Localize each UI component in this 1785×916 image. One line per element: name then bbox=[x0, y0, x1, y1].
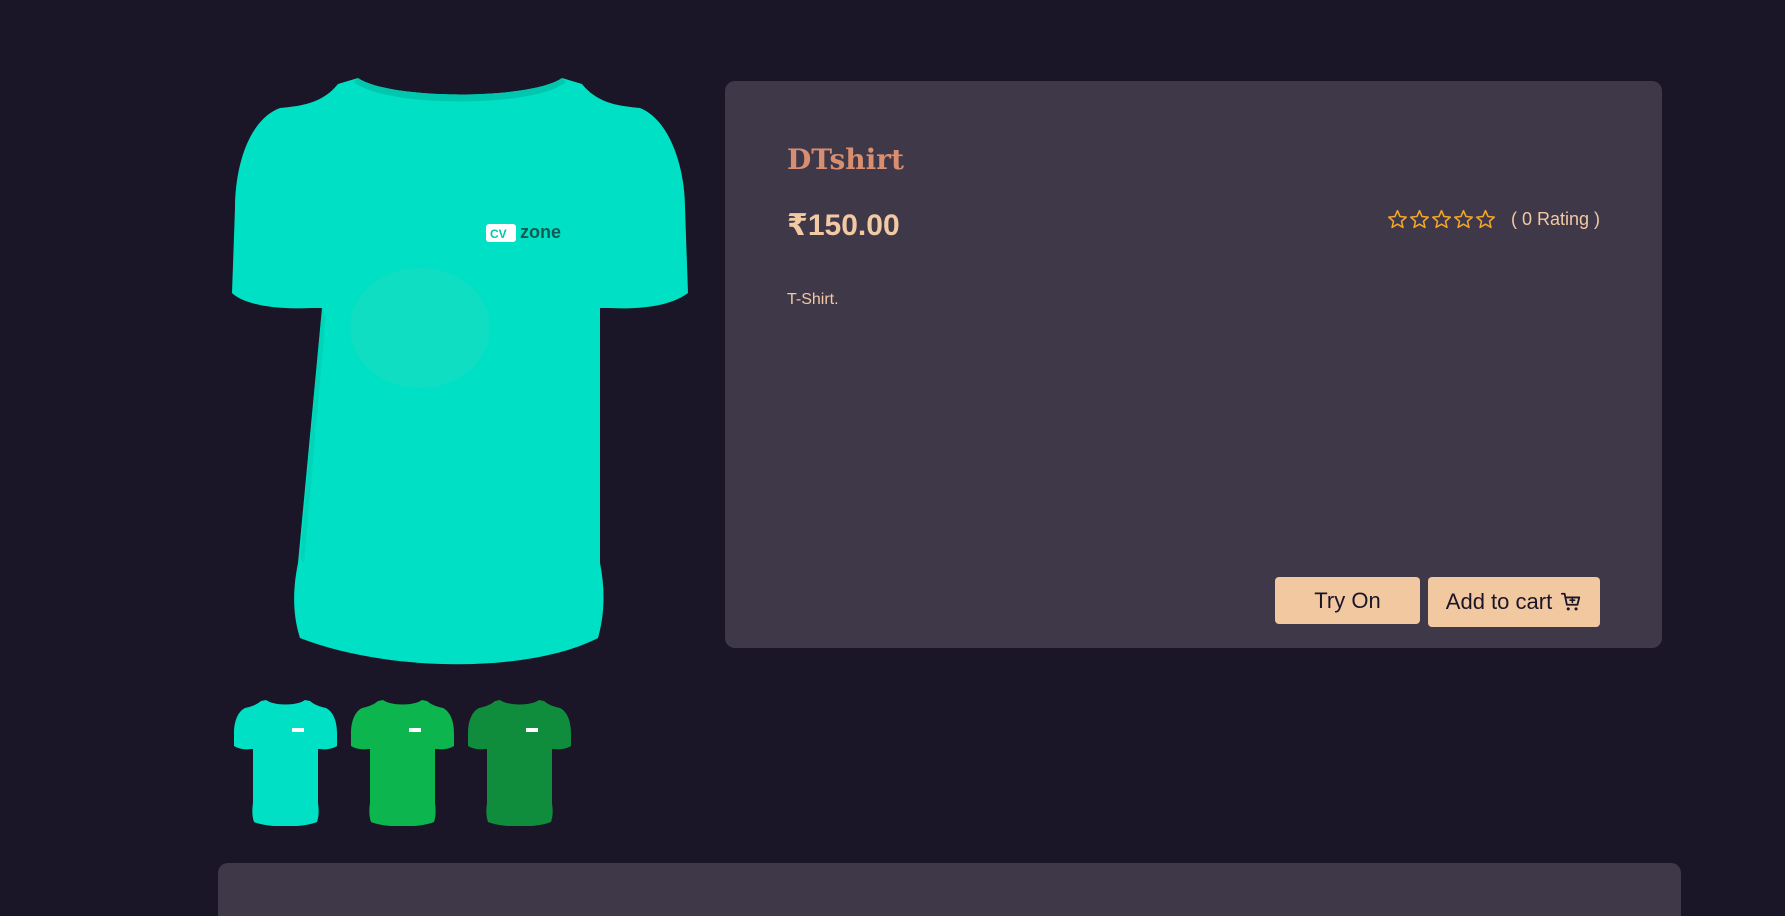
try-on-label: Try On bbox=[1314, 587, 1381, 613]
product-title: DTshirt bbox=[787, 143, 904, 176]
product-page: CV zone DTshirt ₹150.00 (0 Rating) T-S… bbox=[0, 0, 1785, 916]
star-outline-icon[interactable] bbox=[1453, 209, 1474, 230]
thumbnail-dark-green-shirt[interactable] bbox=[468, 698, 571, 826]
thumbnail-gallery bbox=[234, 698, 571, 826]
product-rating: ( 0 Rating ) bbox=[1387, 209, 1600, 230]
product-description: T-Shirt. bbox=[787, 291, 839, 308]
thumbnail-green-shirt[interactable] bbox=[351, 698, 454, 826]
svg-text:zone: zone bbox=[520, 222, 561, 242]
product-price: ₹150.00 bbox=[787, 209, 900, 242]
main-product-image: CV zone bbox=[230, 78, 690, 678]
star-outline-icon[interactable] bbox=[1387, 209, 1408, 230]
brand-logo: CV zone bbox=[486, 222, 561, 242]
star-outline-icon[interactable] bbox=[1475, 209, 1496, 230]
reviews-section-panel bbox=[218, 863, 1681, 916]
product-details-card: DTshirt ₹150.00 ( 0 Rating ) T-Shirt. Tr… bbox=[725, 81, 1662, 648]
svg-text:CV: CV bbox=[490, 227, 507, 241]
star-outline-icon[interactable] bbox=[1431, 209, 1452, 230]
try-on-button[interactable]: Try On bbox=[1275, 577, 1420, 624]
rating-count-text: ( 0 Rating ) bbox=[1510, 209, 1600, 229]
thumbnail-teal-shirt[interactable] bbox=[234, 698, 337, 826]
shopping-cart-icon bbox=[1561, 592, 1581, 611]
add-to-cart-label: Add to cart bbox=[1445, 589, 1553, 614]
star-outline-icon[interactable] bbox=[1409, 209, 1430, 230]
add-to-cart-button[interactable]: Add to cart bbox=[1428, 577, 1600, 627]
